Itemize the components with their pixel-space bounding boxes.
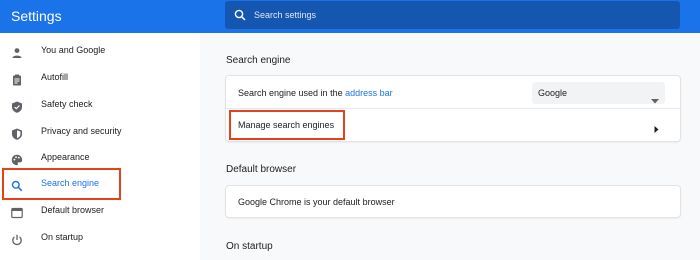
sidebar-item-you-and-google[interactable]: You and Google xyxy=(0,40,200,64)
search-engine-used-row: Search engine used in the address bar Go… xyxy=(226,76,680,108)
sidebar-item-label: Default browser xyxy=(41,205,105,215)
browser-window-icon xyxy=(11,206,23,219)
search-engine-select[interactable]: Google xyxy=(532,82,665,104)
app-header: Settings xyxy=(0,0,700,33)
power-icon xyxy=(11,233,23,246)
manage-search-engines-highlight xyxy=(229,110,345,140)
sidebar-nav: You and Google Autofill Safety check Pri… xyxy=(0,33,200,260)
palette-icon xyxy=(11,153,23,166)
shield-lock-icon xyxy=(11,127,23,140)
sidebar-item-label: On startup xyxy=(41,232,84,242)
sidebar-item-default-browser[interactable]: Default browser xyxy=(0,200,200,224)
search-settings-box[interactable] xyxy=(225,1,680,29)
search-engine-highlight xyxy=(2,168,121,200)
person-icon xyxy=(11,46,23,58)
sidebar-item-privacy-and-security[interactable]: Privacy and security xyxy=(0,121,200,145)
sidebar-item-label: Safety check xyxy=(41,99,93,109)
app-title: Settings xyxy=(11,8,62,24)
chevron-right-icon xyxy=(654,120,659,138)
on-startup-section-title: On startup xyxy=(226,241,273,252)
search-settings-input[interactable] xyxy=(254,1,664,29)
address-bar-link[interactable]: address bar xyxy=(345,88,393,98)
sidebar-item-label: Autofill xyxy=(41,72,69,82)
default-browser-card: Google Chrome is your default browser xyxy=(226,186,680,217)
default-browser-section-title: Default browser xyxy=(226,164,297,175)
shield-check-icon xyxy=(11,100,23,113)
clipboard-icon xyxy=(11,73,23,86)
sidebar-item-autofill[interactable]: Autofill xyxy=(0,67,200,91)
search-engine-section-title: Search engine xyxy=(226,55,291,66)
search-engine-select-value: Google xyxy=(538,88,568,98)
default-browser-status: Google Chrome is your default browser xyxy=(238,197,395,207)
default-browser-row: Google Chrome is your default browser xyxy=(226,186,680,217)
sidebar-item-on-startup[interactable]: On startup xyxy=(0,227,200,251)
sidebar-item-label: Appearance xyxy=(41,152,90,162)
caret-down-icon xyxy=(651,91,659,109)
sidebar-item-label: Privacy and security xyxy=(41,126,122,136)
search-engine-used-prefix: Search engine used in the xyxy=(238,88,346,98)
search-engine-used-text: Search engine used in the address bar xyxy=(238,88,393,98)
sidebar-item-label: You and Google xyxy=(41,45,106,55)
sidebar-item-safety-check[interactable]: Safety check xyxy=(0,94,200,118)
search-icon xyxy=(234,8,246,26)
